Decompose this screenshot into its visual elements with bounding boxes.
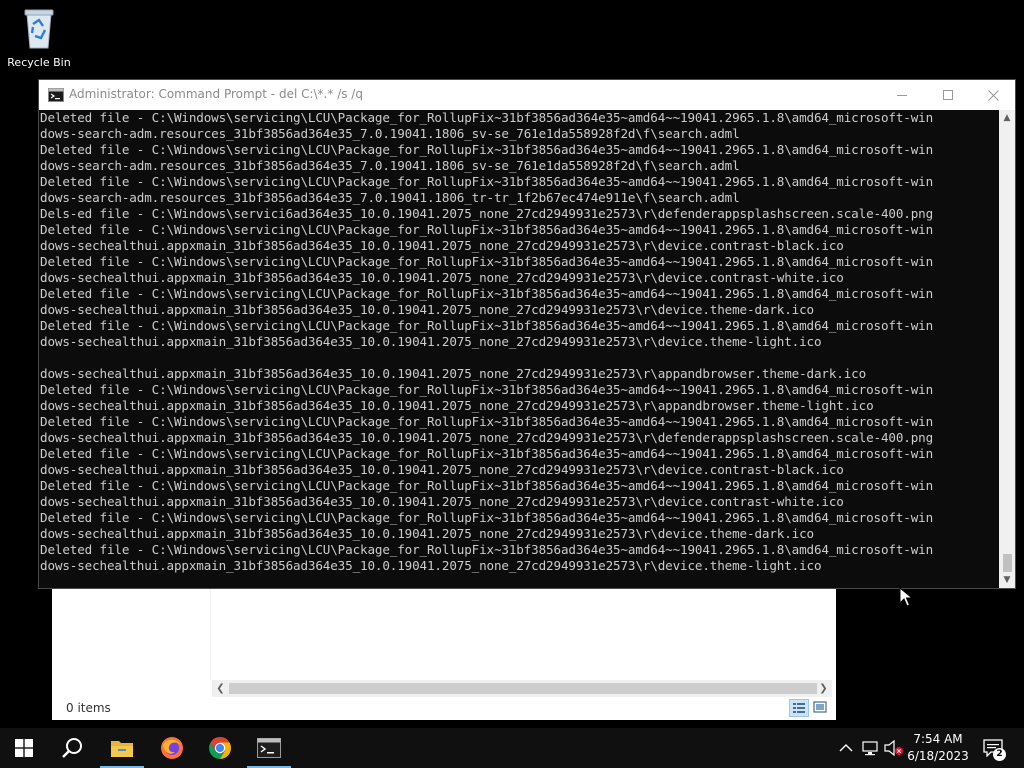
firefox-icon xyxy=(161,737,183,759)
scroll-right-icon[interactable]: ❯ xyxy=(815,680,832,697)
search-button[interactable] xyxy=(48,728,96,768)
scroll-down-icon[interactable]: ▼ xyxy=(999,572,1015,588)
file-explorer-window[interactable]: ❮ ❯ 0 items xyxy=(52,585,836,720)
console-line: dows-sechealthui.appxmain_31bf3856ad364e… xyxy=(40,302,814,317)
scrollbar-thumb[interactable] xyxy=(1003,554,1012,572)
console-line: dows-search-adm.resources_31bf3856ad364e… xyxy=(40,158,740,173)
console-line: Deleted file - C:\Windows\servicing\LCU\… xyxy=(40,174,934,189)
command-prompt-icon xyxy=(48,88,64,102)
console-line: dows-sechealthui.appxmain_31bf3856ad364e… xyxy=(40,494,844,509)
file-explorer-taskbar-button[interactable] xyxy=(98,728,146,768)
console-line: dows-sechealthui.appxmain_31bf3856ad364e… xyxy=(40,398,874,413)
firefox-taskbar-button[interactable] xyxy=(148,728,196,768)
horizontal-scrollbar[interactable]: ❮ ❯ xyxy=(212,680,832,697)
console-line: Deleted file - C:\Windows\servicing\LCU\… xyxy=(40,382,934,397)
taskbar-clock[interactable]: 7:54 AM 6/18/2023 xyxy=(900,731,976,765)
chrome-taskbar-button[interactable] xyxy=(196,728,244,768)
console-line: dows-sechealthui.appxmain_31bf3856ad364e… xyxy=(40,334,822,349)
scroll-up-icon[interactable]: ▲ xyxy=(999,110,1015,126)
large-icons-view-icon xyxy=(813,701,827,713)
console-line: Deleted file - C:\Windows\servicing\LCU\… xyxy=(40,414,934,429)
action-center-button[interactable]: 2 xyxy=(982,737,1006,761)
console-line: dows-sechealthui.appxmain_31bf3856ad364e… xyxy=(40,238,844,253)
console-line: Deleted file - C:\Windows\servicing\LCU\… xyxy=(40,142,934,157)
minimize-button[interactable] xyxy=(879,80,925,110)
console-output[interactable]: Deleted file - C:\Windows\servicing\LCU\… xyxy=(39,110,1000,588)
file-explorer-icon xyxy=(111,741,133,757)
console-line: dows-sechealthui.appxmain_31bf3856ad364e… xyxy=(40,558,822,573)
command-prompt-icon xyxy=(257,738,281,758)
close-button[interactable] xyxy=(970,80,1016,110)
console-line: dows-search-adm.resources_31bf3856ad364e… xyxy=(40,190,740,205)
notification-count-badge: 2 xyxy=(993,748,1006,761)
chrome-icon xyxy=(209,737,231,759)
minimize-icon xyxy=(897,95,907,96)
maximize-icon xyxy=(943,90,953,100)
mouse-pointer-icon xyxy=(899,587,913,607)
item-count-status: 0 items xyxy=(66,701,111,715)
details-view-button[interactable] xyxy=(789,699,809,717)
navigation-pane[interactable] xyxy=(52,585,211,680)
console-line: Deleted file - C:\Windows\servicing\LCU\… xyxy=(40,542,934,557)
console-line: Deleted file - C:\Windows\servicing\LCU\… xyxy=(40,446,934,461)
recycle-bin-desktop-icon[interactable]: Recycle Bin xyxy=(4,6,74,76)
window-title: Administrator: Command Prompt - del C:\*… xyxy=(69,87,363,101)
maximize-button[interactable] xyxy=(925,80,971,110)
console-line: Deleted file - C:\Windows\servicing\LCU\… xyxy=(40,478,934,493)
console-line: Deleted file - C:\Windows\servicing\LCU\… xyxy=(40,286,934,301)
command-prompt-window[interactable]: Administrator: Command Prompt - del C:\*… xyxy=(38,79,1016,589)
console-line: Deleted file - C:\Windows\servicing\LCU\… xyxy=(40,510,934,525)
large-icons-view-button[interactable] xyxy=(811,699,831,717)
network-tray-button[interactable] xyxy=(860,738,880,758)
console-line: Deleted file - C:\Windows\servicing\LCU\… xyxy=(40,110,934,125)
search-icon xyxy=(62,738,82,758)
console-line: Dels-ed file - C:\Windows\servici6ad364e… xyxy=(40,206,934,221)
console-line: dows-sechealthui.appxmain_31bf3856ad364e… xyxy=(40,366,867,381)
taskbar[interactable]: 7:54 AM 6/18/2023 2 xyxy=(0,728,1024,768)
clock-date: 6/18/2023 xyxy=(907,749,969,763)
close-icon xyxy=(987,89,999,101)
console-line: dows-sechealthui.appxmain_31bf3856ad364e… xyxy=(40,526,814,541)
recycle-bin-icon xyxy=(24,9,54,49)
console-line: dows-sechealthui.appxmain_31bf3856ad364e… xyxy=(40,462,844,477)
details-view-icon xyxy=(793,703,805,713)
network-icon xyxy=(862,741,878,756)
vertical-scrollbar[interactable]: ▲ ▼ xyxy=(999,110,1015,588)
console-line: Deleted file - C:\Windows\servicing\LCU\… xyxy=(40,222,934,237)
console-line: dows-search-adm.resources_31bf3856ad364e… xyxy=(40,126,740,141)
chevron-up-icon xyxy=(839,744,853,752)
start-windows-icon xyxy=(15,739,33,757)
window-titlebar[interactable]: Administrator: Command Prompt - del C:\*… xyxy=(39,80,1015,110)
scrollbar-thumb[interactable] xyxy=(229,683,817,694)
console-line: dows-sechealthui.appxmain_31bf3856ad364e… xyxy=(40,270,844,285)
scroll-left-icon[interactable]: ❮ xyxy=(212,680,229,697)
clock-time: 7:54 AM xyxy=(913,732,963,746)
console-line: Deleted file - C:\Windows\servicing\LCU\… xyxy=(40,318,934,333)
console-line: Deleted file - C:\Windows\servicing\LCU\… xyxy=(40,254,934,269)
recycle-bin-label: Recycle Bin xyxy=(7,56,71,69)
start-button[interactable] xyxy=(0,728,48,768)
show-hidden-icons-button[interactable] xyxy=(836,738,856,758)
console-line: dows-sechealthui.appxmain_31bf3856ad364e… xyxy=(40,430,934,445)
command-prompt-taskbar-button[interactable] xyxy=(245,728,293,768)
